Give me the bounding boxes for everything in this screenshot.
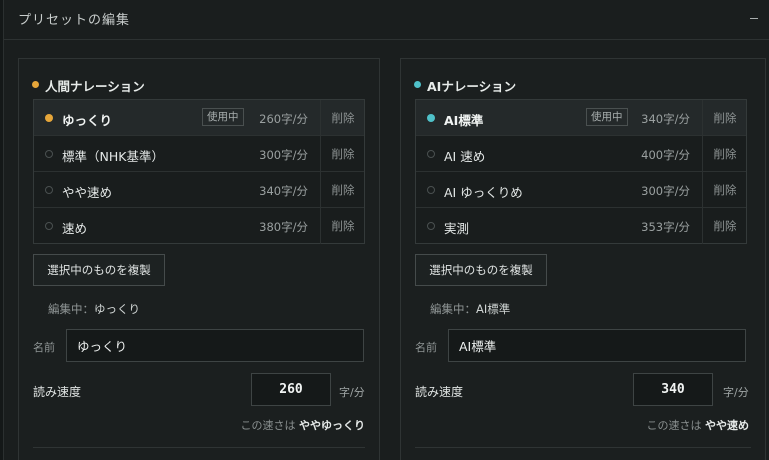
duplicate-button[interactable]: 選択中のものを複製 [415,254,547,286]
editor-header[interactable]: プリセットの編集 [4,0,769,40]
radio-dot-icon [427,150,435,158]
radio-dot-icon [45,186,53,194]
radio-dot-icon [45,222,53,230]
preset-rate: 400字/分 [641,148,690,162]
hint-prefix: この速さは [240,419,296,432]
speed-input[interactable] [633,373,713,406]
preset-name: 標準（NHK基準） [62,149,164,164]
ai-narration-panel: AIナレーション AI標準 使用中 340字/分 削除 AI 速め 400字/分… [400,58,766,460]
speed-input[interactable] [251,373,331,406]
delete-button[interactable]: 削除 [321,146,365,162]
preset-name: AI 速め [444,149,486,164]
preset-rate: 300字/分 [259,148,308,162]
preset-name: AI標準 [444,113,484,128]
selected-dot-icon [45,114,53,122]
preset-row[interactable]: AI 速め 400字/分 削除 [416,136,746,172]
speed-hint: この速さは やや速め [551,417,750,433]
delete-button[interactable]: 削除 [703,218,747,234]
delete-button[interactable]: 削除 [703,110,747,126]
preset-name: 実測 [444,221,470,236]
preset-rate: 260字/分 [259,112,308,126]
divider [33,447,365,448]
preset-rate: 340字/分 [259,184,308,198]
divider [415,447,751,448]
preset-name: ゆっくり [62,113,113,128]
editing-name: ゆっくり [94,302,140,316]
delete-button[interactable]: 削除 [321,182,365,198]
panel-title: 人間ナレーション [45,79,145,94]
minus-icon[interactable] [750,18,758,19]
delete-button[interactable]: 削除 [703,182,747,198]
human-accent-dot [32,81,39,88]
preset-rate: 353字/分 [641,220,690,234]
speed-hint: この速さは ややゆっくり [169,417,366,433]
editing-prefix: 編集中： [48,302,94,316]
editor-title: プリセットの編集 [18,13,131,28]
preset-editor: プリセットの編集 人間ナレーション ゆっくり 使用中 260字/分 削除 標準（… [3,0,769,460]
speed-label: 読み速度 [33,385,82,399]
preset-row[interactable]: 速め 380字/分 削除 [34,208,364,244]
preset-list: ゆっくり 使用中 260字/分 削除 標準（NHK基準） 300字/分 削除 や… [33,99,365,244]
preset-list: AI標準 使用中 340字/分 削除 AI 速め 400字/分 削除 AI ゆっ… [415,99,747,244]
preset-name: 速め [62,221,88,236]
delete-button[interactable]: 削除 [321,110,365,126]
preset-row[interactable]: AI ゆっくりめ 300字/分 削除 [416,172,746,208]
radio-dot-icon [45,150,53,158]
ai-accent-dot [414,81,421,88]
editing-indicator: 編集中：AI標準 [430,301,510,317]
name-input[interactable] [66,329,364,362]
editing-prefix: 編集中： [430,302,476,316]
name-input[interactable] [448,329,746,362]
preset-name: やや速め [62,185,113,200]
preset-row[interactable]: 実測 353字/分 削除 [416,208,746,244]
delete-button[interactable]: 削除 [321,218,365,234]
speed-unit: 字/分 [339,386,365,399]
preset-rate: 340字/分 [641,112,690,126]
preset-rate: 300字/分 [641,184,690,198]
selected-dot-icon [427,114,435,122]
duplicate-button[interactable]: 選択中のものを複製 [33,254,165,286]
preset-row[interactable]: AI標準 使用中 340字/分 削除 [416,100,746,136]
radio-dot-icon [427,186,435,194]
radio-dot-icon [427,222,435,230]
preset-name: AI ゆっくりめ [444,185,523,200]
editing-indicator: 編集中：ゆっくり [48,301,140,317]
editing-name: AI標準 [476,302,511,316]
speed-unit: 字/分 [723,386,749,399]
human-narration-panel: 人間ナレーション ゆっくり 使用中 260字/分 削除 標準（NHK基準） 30… [18,58,380,460]
hint-prefix: この速さは [646,419,702,432]
speed-label: 読み速度 [415,385,464,399]
panel-title: AIナレーション [427,79,517,94]
preset-row[interactable]: 標準（NHK基準） 300字/分 削除 [34,136,364,172]
hint-value: ややゆっくり [299,419,365,432]
preset-row[interactable]: ゆっくり 使用中 260字/分 削除 [34,100,364,136]
name-label: 名前 [33,341,55,354]
hint-value: やや速め [705,419,749,432]
preset-row[interactable]: やや速め 340字/分 削除 [34,172,364,208]
preset-rate: 380字/分 [259,220,308,234]
name-label: 名前 [415,341,437,354]
delete-button[interactable]: 削除 [703,146,747,162]
